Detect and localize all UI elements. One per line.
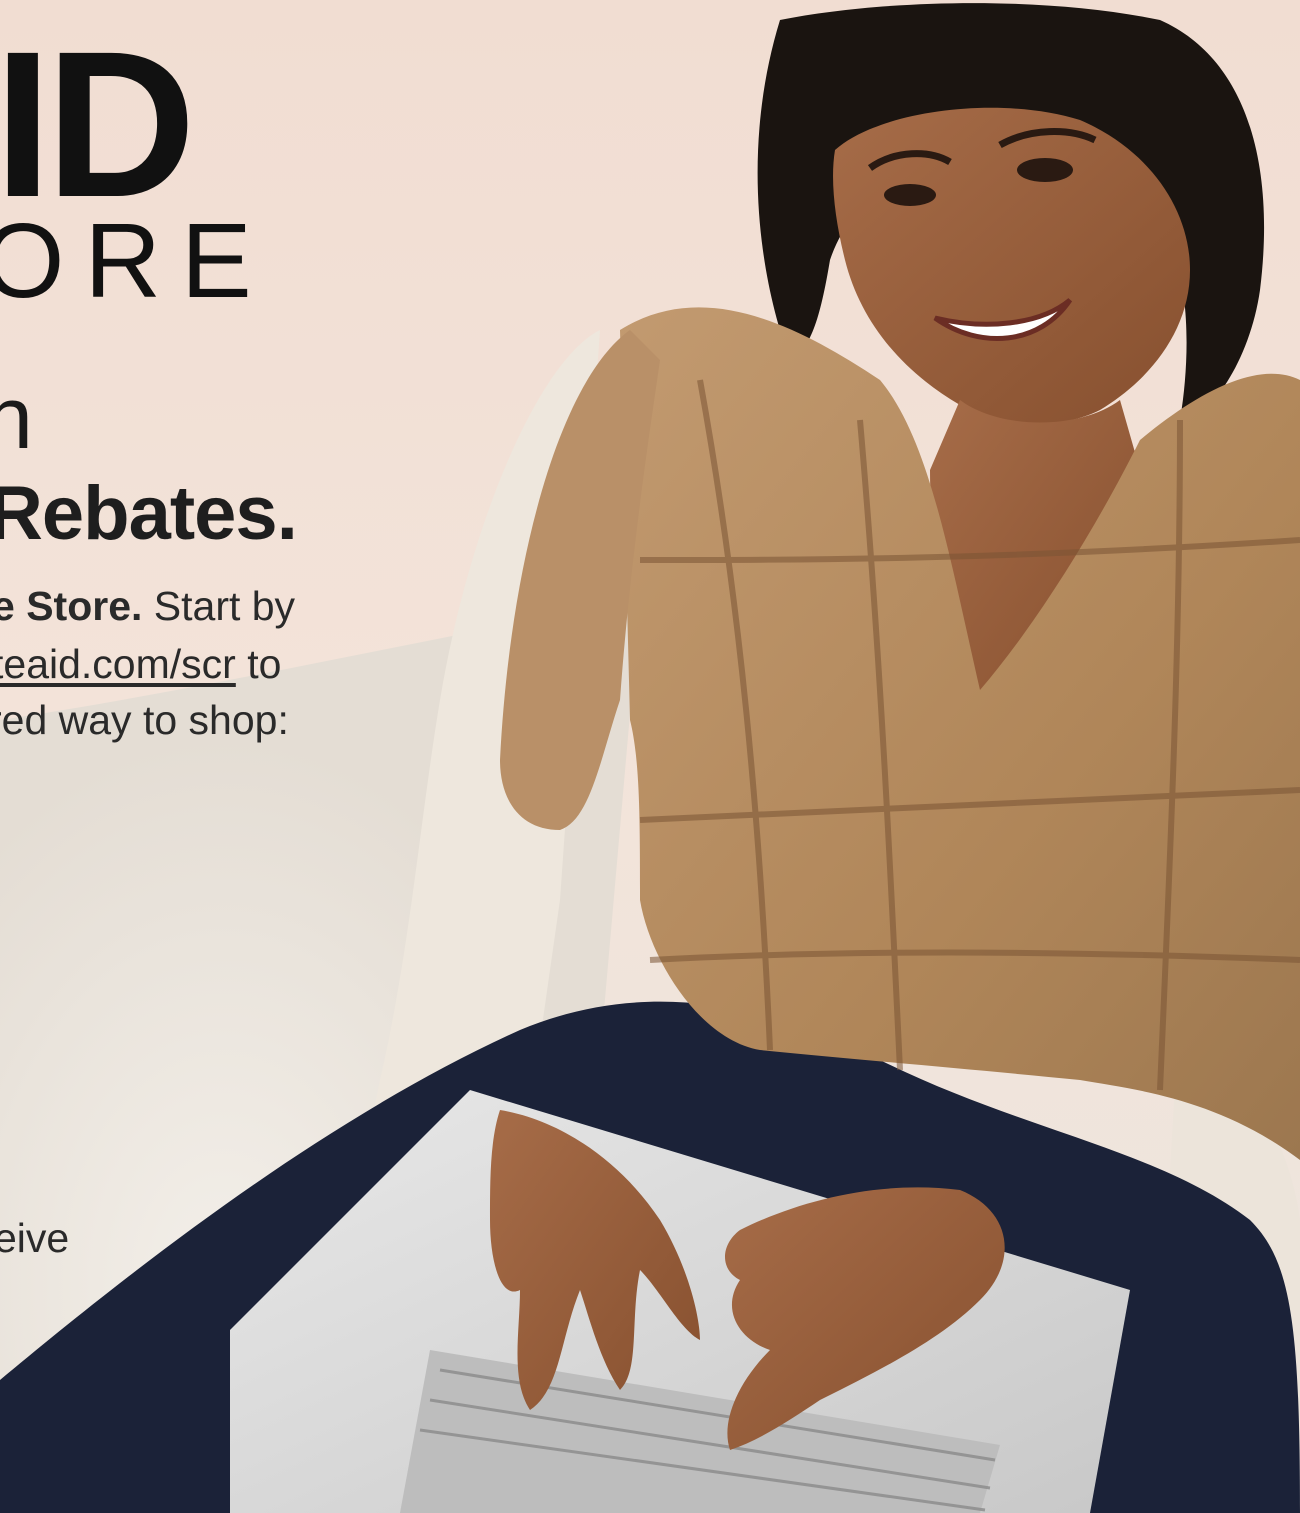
brand-logo-line2: ORE	[0, 202, 272, 320]
headline-line1: n	[0, 368, 33, 467]
headline-line2: Rebates.	[0, 471, 298, 556]
body-store-bold: e Store.	[0, 583, 143, 629]
store-url-link[interactable]: teaid.com/scr	[0, 641, 236, 687]
ad-copy: ID ORE n Rebates. e Store. Start by teai…	[0, 0, 1300, 1513]
body-line1-rest: Start by	[142, 583, 296, 629]
body-line4: eive	[0, 1215, 70, 1261]
body-line2-rest: to	[235, 641, 282, 687]
brand-logo-line1: ID	[0, 9, 196, 241]
body-line3: red way to shop:	[0, 697, 289, 743]
body-line2: teaid.com/scr to	[0, 638, 281, 690]
body-line1: e Store. Start by	[0, 580, 295, 632]
